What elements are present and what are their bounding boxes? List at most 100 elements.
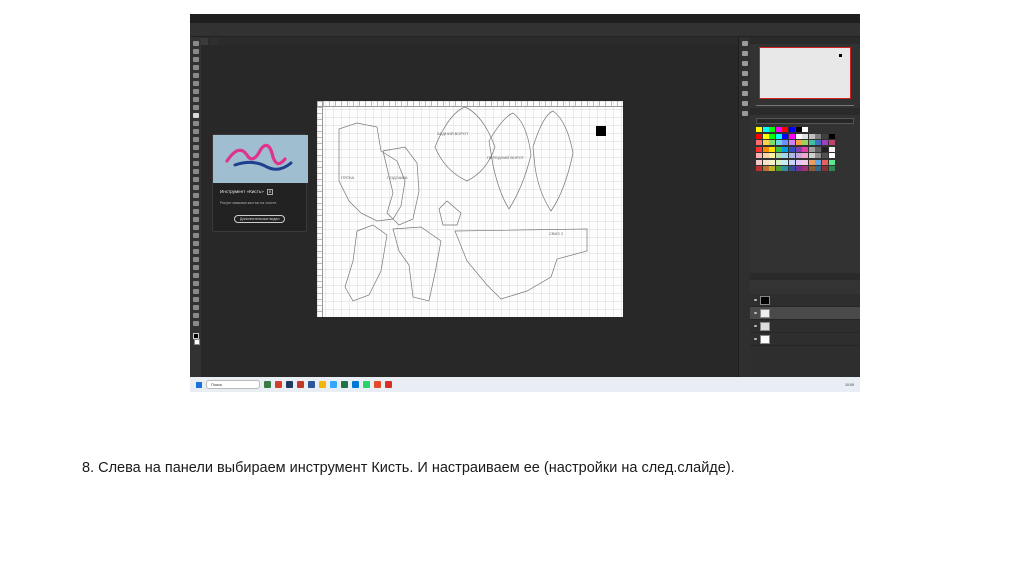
blur-tool-icon[interactable]	[192, 153, 199, 158]
swatch[interactable]	[795, 166, 802, 171]
swatch[interactable]	[815, 153, 822, 158]
visibility-eye-icon[interactable]	[754, 325, 757, 327]
swatch[interactable]	[808, 153, 815, 158]
swatch[interactable]	[808, 134, 815, 139]
tools-overflow-10-icon[interactable]	[192, 313, 199, 318]
taskbar-clock[interactable]: 10:09	[845, 383, 854, 387]
swatch[interactable]	[788, 160, 795, 165]
swatch[interactable]	[788, 153, 795, 158]
swatch[interactable]	[775, 166, 782, 171]
taskbar-app-icon[interactable]	[341, 381, 348, 388]
swatch[interactable]	[775, 140, 782, 145]
frame-tool-icon[interactable]	[192, 89, 199, 94]
layers-panel-header[interactable]	[750, 273, 860, 280]
swatch[interactable]	[762, 160, 769, 165]
stamp-tool-icon[interactable]	[192, 121, 199, 126]
swatch[interactable]	[788, 140, 795, 145]
taskbar-app-icon[interactable]	[385, 381, 392, 388]
swatch[interactable]	[828, 153, 835, 158]
hand-tool-icon[interactable]	[192, 201, 199, 206]
swatch[interactable]	[782, 134, 789, 139]
swatch[interactable]	[821, 166, 828, 171]
artboard-tool-icon[interactable]	[192, 49, 199, 54]
swatch[interactable]	[821, 147, 828, 152]
swatch[interactable]	[802, 147, 809, 152]
swatch[interactable]	[815, 166, 822, 171]
taskbar-search-input[interactable]: Поиск	[206, 380, 260, 389]
swatch[interactable]	[821, 134, 828, 139]
edit-toolbar-icon[interactable]	[192, 217, 199, 222]
swatch[interactable]	[795, 134, 802, 139]
history-brush-tool-icon[interactable]	[192, 129, 199, 134]
tools-overflow-11-icon[interactable]	[192, 321, 199, 326]
swatch[interactable]	[775, 134, 782, 139]
taskbar-app-icon[interactable]	[330, 381, 337, 388]
layers-filter-row[interactable]	[750, 280, 860, 287]
pen-tool-icon[interactable]	[192, 169, 199, 174]
type-tool-icon[interactable]	[192, 177, 199, 182]
swatch[interactable]	[762, 127, 769, 132]
taskbar-app-icon[interactable]	[297, 381, 304, 388]
visibility-eye-icon[interactable]	[754, 299, 757, 301]
visibility-eye-icon[interactable]	[754, 312, 757, 314]
swatch[interactable]	[788, 127, 795, 132]
layer-row[interactable]	[750, 294, 860, 307]
swatch[interactable]	[769, 147, 776, 152]
swatch[interactable]	[769, 140, 776, 145]
swatch[interactable]	[756, 134, 762, 139]
windows-start-icon[interactable]	[196, 381, 202, 388]
swatch[interactable]	[762, 134, 769, 139]
taskbar-app-icon[interactable]	[319, 381, 326, 388]
tools-overflow-8-icon[interactable]	[192, 297, 199, 302]
swatch[interactable]	[815, 147, 822, 152]
gradient-tool-icon[interactable]	[192, 145, 199, 150]
more-tools-icon[interactable]	[192, 225, 199, 230]
taskbar-app-icon[interactable]	[352, 381, 359, 388]
brush-settings-icon[interactable]	[741, 61, 748, 66]
swatch[interactable]	[828, 147, 835, 152]
swatch[interactable]	[808, 140, 815, 145]
swatch[interactable]	[815, 134, 822, 139]
layers-blend-row[interactable]	[750, 287, 860, 294]
swatch[interactable]	[788, 166, 795, 171]
visibility-eye-icon[interactable]	[754, 338, 757, 340]
eraser-tool-icon[interactable]	[192, 137, 199, 142]
document-canvas[interactable]: ПЯТКА ПОДОШВА ЗАДНИЙ ВОРОТ ПЕРЕДНИЙ ВОРО…	[317, 101, 623, 317]
swatch[interactable]	[769, 160, 776, 165]
swatch[interactable]	[802, 134, 809, 139]
swatch[interactable]	[762, 140, 769, 145]
color-panel-icon[interactable]	[741, 51, 748, 56]
swatch[interactable]	[802, 140, 809, 145]
tools-overflow-6-icon[interactable]	[192, 281, 199, 286]
swatch[interactable]	[782, 160, 789, 165]
swatch[interactable]	[828, 140, 835, 145]
libraries-icon[interactable]	[741, 81, 748, 86]
history-panel-icon[interactable]	[741, 41, 748, 46]
more-videos-button[interactable]: Дополнительные видео	[234, 215, 286, 223]
swatches-panel-header[interactable]	[750, 108, 860, 115]
tools-overflow-7-icon[interactable]	[192, 289, 199, 294]
swatch[interactable]	[828, 166, 835, 171]
zoom-tool-icon[interactable]	[192, 209, 199, 214]
move-tool-icon[interactable]	[192, 41, 199, 46]
swatch[interactable]	[756, 160, 762, 165]
object-select-tool-icon[interactable]	[192, 73, 199, 78]
swatch[interactable]	[802, 127, 809, 132]
swatch[interactable]	[782, 153, 789, 158]
taskbar-app-icon[interactable]	[374, 381, 381, 388]
swatch[interactable]	[808, 166, 815, 171]
swatch[interactable]	[815, 140, 822, 145]
swatch[interactable]	[828, 160, 835, 165]
swatch[interactable]	[775, 160, 782, 165]
tools-overflow-2-icon[interactable]	[192, 249, 199, 254]
marquee-tool-icon[interactable]	[192, 57, 199, 62]
swatch[interactable]	[756, 153, 762, 158]
swatch[interactable]	[808, 160, 815, 165]
taskbar-app-icon[interactable]	[286, 381, 293, 388]
swatch[interactable]	[775, 147, 782, 152]
swatch[interactable]	[782, 147, 789, 152]
crop-tool-icon[interactable]	[192, 81, 199, 86]
swatch[interactable]	[795, 127, 802, 132]
swatch[interactable]	[756, 147, 762, 152]
swatch[interactable]	[769, 166, 776, 171]
